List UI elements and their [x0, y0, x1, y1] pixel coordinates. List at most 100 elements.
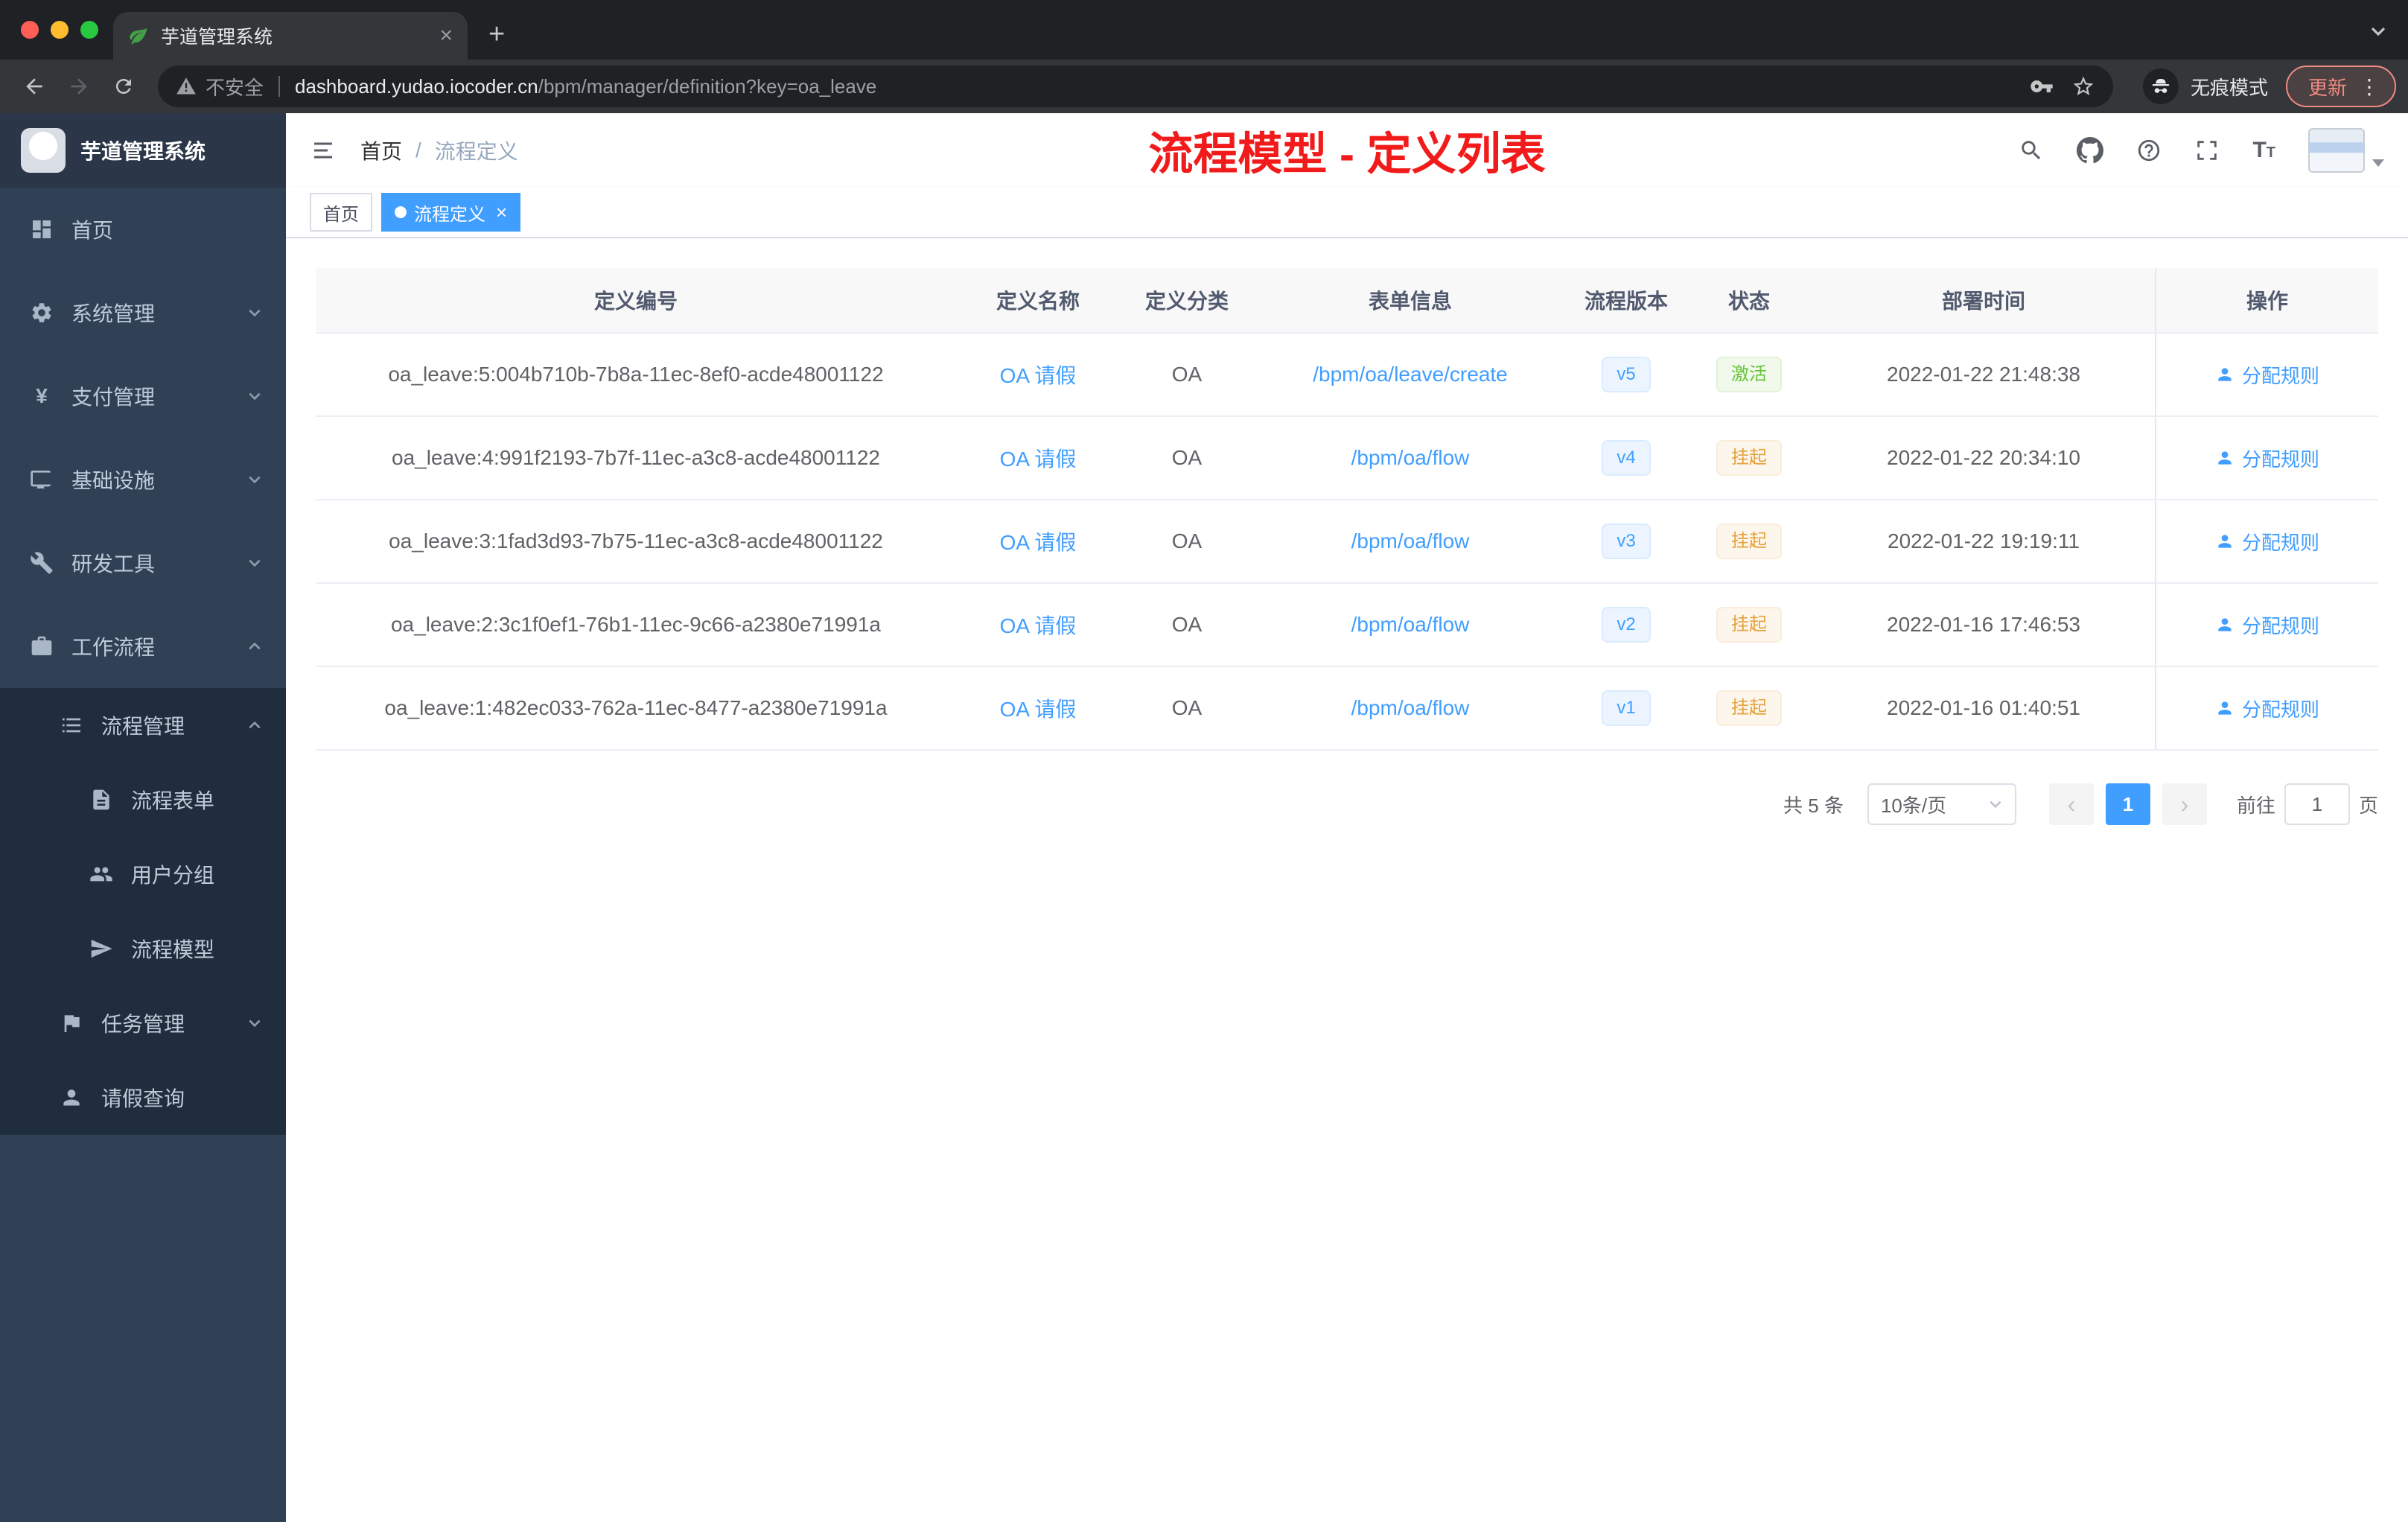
not-secure-warning-icon	[176, 77, 196, 95]
window-zoom-button[interactable]	[80, 21, 98, 39]
briefcase-icon	[31, 636, 52, 655]
page-size-select[interactable]: 10条/页	[1867, 783, 2016, 825]
font-size-icon[interactable]: TT	[2252, 138, 2275, 163]
security-label: 不安全	[206, 76, 264, 99]
definition-table: 定义编号 定义名称 定义分类 表单信息 流程版本 状态 部署时间 操作 oa_l…	[316, 268, 2378, 751]
chevron-up-icon	[247, 639, 262, 654]
page-content: 定义编号 定义名称 定义分类 表单信息 流程版本 状态 部署时间 操作 oa_l…	[286, 238, 2408, 1522]
column-header: 定义编号	[593, 290, 678, 313]
reload-icon[interactable]	[101, 64, 146, 109]
cell-definition-id: oa_leave:5:004b710b-7b8a-11ec-8ef0-acde4…	[388, 363, 884, 386]
definition-name-link[interactable]: OA 请假	[1000, 610, 1077, 640]
tab-close-icon[interactable]: ×	[439, 25, 453, 47]
sidebar-item-leave-query[interactable]: 请假查询	[0, 1060, 286, 1135]
form-link[interactable]: /bpm/oa/leave/create	[1313, 363, 1508, 386]
back-icon[interactable]	[12, 64, 57, 109]
tag-close-icon[interactable]: ×	[496, 203, 507, 222]
tools-icon	[31, 552, 53, 574]
assign-rule-link[interactable]: 分配规则	[2215, 361, 2319, 389]
sidebar-item-system[interactable]: 系统管理	[0, 271, 286, 354]
breadcrumb: 首页 / 流程定义	[360, 136, 518, 165]
window-close-button[interactable]	[21, 21, 39, 39]
form-link[interactable]: /bpm/oa/flow	[1351, 529, 1470, 553]
tag-process-definition[interactable]: 流程定义 ×	[381, 193, 521, 232]
column-header: 操作	[2155, 268, 2378, 332]
definition-name-link[interactable]: OA 请假	[1000, 693, 1077, 723]
key-icon[interactable]	[2030, 74, 2054, 98]
sidebar-item-label: 工作流程	[71, 636, 156, 659]
paper-plane-icon	[91, 940, 112, 958]
form-link[interactable]: /bpm/oa/flow	[1351, 446, 1470, 470]
main-panel: 首页 / 流程定义 流程模型 - 定义列表 TT 首页 流程定义 × 定义编号 …	[286, 113, 2408, 1522]
sidebar-item-process-management[interactable]: 流程管理	[0, 688, 286, 762]
update-browser-button[interactable]: 更新 ⋮	[2285, 66, 2396, 107]
sidebar-item-task-management[interactable]: 任务管理	[0, 986, 286, 1060]
status-badge: 挂起	[1716, 440, 1782, 476]
sidebar-item-devtools[interactable]: 研发工具	[0, 521, 286, 605]
user-icon	[2218, 618, 2232, 631]
page-1-button[interactable]: 1	[2105, 783, 2150, 825]
address-divider	[278, 76, 281, 97]
definition-name-link[interactable]: OA 请假	[1000, 360, 1077, 389]
chevron-down-icon	[247, 389, 262, 404]
sidebar-item-workflow[interactable]: 工作流程	[0, 605, 286, 688]
address-bar[interactable]: 不安全 dashboard.yudao.iocoder.cn/bpm/manag…	[158, 66, 2113, 107]
breadcrumb-home[interactable]: 首页	[360, 136, 402, 165]
new-tab-button[interactable]: +	[488, 19, 505, 51]
definition-name-link[interactable]: OA 请假	[1000, 443, 1077, 473]
cell-deploy-time: 2022-01-22 19:19:11	[1888, 529, 2080, 553]
window-minimize-button[interactable]	[51, 21, 69, 39]
sidebar-item-infrastructure[interactable]: 基础设施	[0, 438, 286, 521]
browser-tab[interactable]: 芋道管理系统 ×	[113, 12, 468, 60]
table-header: 定义编号 定义名称 定义分类 表单信息 流程版本 状态 部署时间 操作	[316, 268, 2378, 334]
bookmark-star-icon[interactable]	[2071, 74, 2095, 98]
tab-search-icon[interactable]	[2369, 22, 2387, 40]
cell-category: OA	[1171, 446, 1203, 469]
status-badge: 挂起	[1716, 690, 1782, 726]
search-icon[interactable]	[2019, 138, 2044, 163]
red-annotation-text: 流程模型 - 定义列表	[1148, 129, 1546, 179]
chevron-down-icon	[247, 1016, 262, 1031]
logo-title: 芋道管理系统	[80, 140, 206, 163]
table-row: oa_leave:2:3c1f0ef1-76b1-11ec-9c66-a2380…	[316, 584, 2378, 667]
workflow-submenu: 流程管理 流程表单 用户分组 流程模型 任务管理 请假查询	[0, 688, 286, 1135]
sidebar-item-label: 流程管理	[101, 715, 185, 738]
form-link[interactable]: /bpm/oa/flow	[1351, 613, 1470, 637]
sidebar-toggle-icon[interactable]	[310, 137, 337, 164]
assign-rule-link[interactable]: 分配规则	[2215, 695, 2319, 722]
user-menu[interactable]	[2308, 128, 2384, 173]
form-link[interactable]: /bpm/oa/flow	[1351, 696, 1470, 720]
version-tag: v5	[1602, 357, 1651, 392]
version-tag: v3	[1602, 523, 1651, 559]
user-group-icon	[90, 867, 112, 882]
column-header: 定义分类	[1144, 290, 1229, 313]
more-menu-icon[interactable]: ⋮	[2359, 74, 2380, 99]
version-tag: v4	[1602, 440, 1651, 476]
sidebar-item-process-form[interactable]: 流程表单	[0, 762, 286, 837]
user-icon	[2218, 368, 2232, 381]
table-row: oa_leave:3:1fad3d93-7b75-11ec-a3c8-acde4…	[316, 500, 2378, 584]
help-icon[interactable]	[2136, 138, 2162, 163]
assign-rule-link[interactable]: 分配规则	[2215, 445, 2319, 472]
url-text: dashboard.yudao.iocoder.cn/bpm/manager/d…	[295, 75, 2030, 98]
fullscreen-icon[interactable]	[2194, 138, 2220, 163]
sidebar-item-payment[interactable]: ¥ 支付管理	[0, 354, 286, 438]
next-page-button[interactable]: ›	[2162, 783, 2207, 825]
definition-name-link[interactable]: OA 请假	[1000, 526, 1077, 556]
sidebar-item-user-group[interactable]: 用户分组	[0, 837, 286, 911]
goto-page-input[interactable]	[2284, 783, 2350, 825]
tag-home[interactable]: 首页	[310, 193, 372, 232]
cell-deploy-time: 2022-01-16 01:40:51	[1887, 696, 2080, 719]
github-icon[interactable]	[2077, 137, 2104, 164]
assign-rule-link[interactable]: 分配规则	[2215, 528, 2319, 555]
page-size-value: 10条/页	[1880, 794, 1947, 817]
cell-definition-id: oa_leave:3:1fad3d93-7b75-11ec-a3c8-acde4…	[389, 529, 883, 553]
sidebar-item-home[interactable]: 首页	[0, 188, 286, 271]
forward-icon[interactable]	[57, 64, 101, 109]
sidebar-item-process-model[interactable]: 流程模型	[0, 911, 286, 986]
traffic-lights	[21, 21, 98, 39]
sidebar-logo[interactable]: 芋道管理系统	[0, 113, 286, 188]
prev-page-button[interactable]: ‹	[2048, 783, 2094, 825]
assign-rule-link[interactable]: 分配规则	[2215, 611, 2319, 639]
chevron-down-icon	[247, 305, 262, 320]
